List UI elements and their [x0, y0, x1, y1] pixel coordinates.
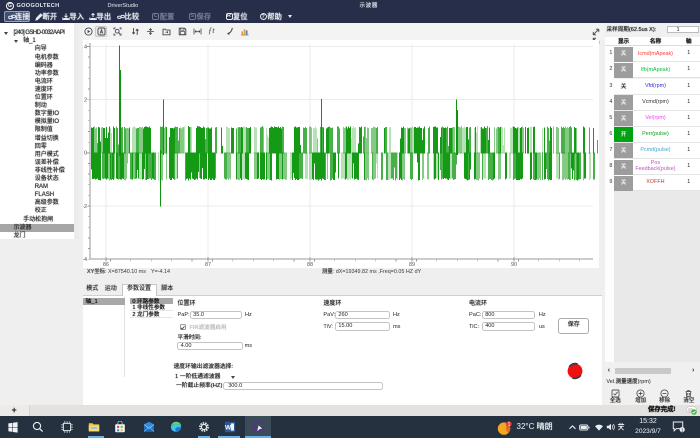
svg-text:87: 87: [205, 262, 211, 268]
svg-text:0: 0: [84, 151, 87, 157]
svg-text:86: 86: [103, 262, 109, 268]
svg-text:2: 2: [84, 98, 87, 104]
svg-text:89: 89: [409, 262, 415, 268]
svg-text:88: 88: [307, 262, 313, 268]
svg-text:4: 4: [84, 44, 87, 50]
svg-text:1: 1: [508, 422, 511, 428]
svg-text:1: 1: [681, 428, 684, 434]
svg-text:-2: -2: [83, 204, 87, 210]
svg-text:W: W: [225, 424, 232, 431]
svg-text:90: 90: [511, 262, 517, 268]
svg-text:-4: -4: [83, 257, 87, 263]
